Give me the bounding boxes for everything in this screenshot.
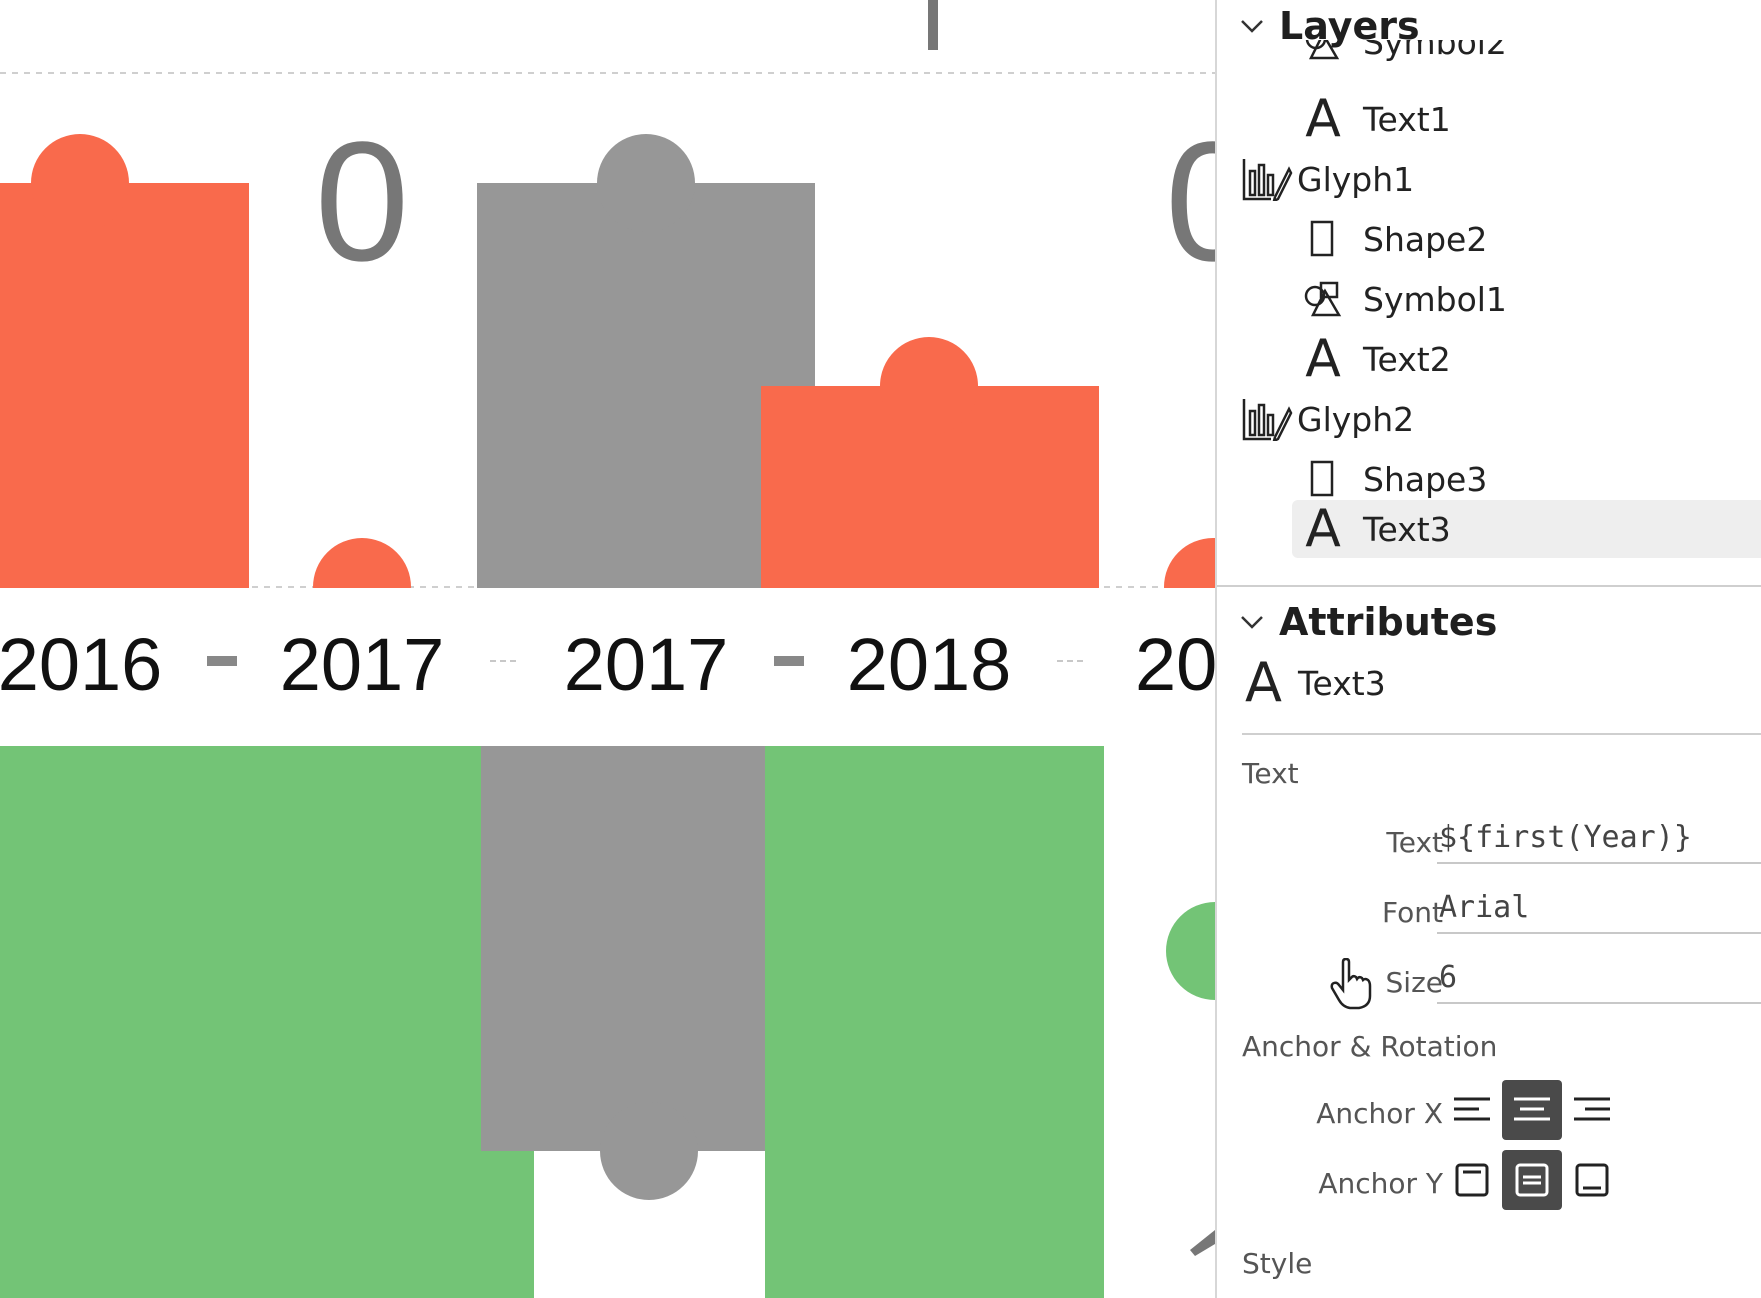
text-field-label: Text [1386, 826, 1443, 859]
layer-label: Text2 [1363, 339, 1451, 379]
layer-item-text1[interactable]: A Text1 [1297, 90, 1757, 148]
layer-item-glyph2[interactable]: Glyph2 [1241, 390, 1757, 448]
symbol-icon [1297, 40, 1349, 62]
upper-row: 0 0 [0, 107, 1215, 636]
layer-label: Glyph1 [1297, 159, 1415, 199]
lower-row [0, 746, 1215, 1298]
align-top-button[interactable] [1442, 1150, 1502, 1210]
layers-list: Symbol2 A Text1 Glyph1 Shape2 Symbol1 A … [1217, 40, 1761, 570]
align-center-button[interactable] [1502, 1080, 1562, 1140]
layer-label: Glyph2 [1297, 399, 1415, 439]
axis-label-2017b: 2017 [564, 623, 729, 706]
properties-panel: Layers Symbol2 A Text1 Glyph1 Shape2 Sym… [1215, 0, 1761, 1298]
layer-label: Text1 [1363, 99, 1451, 139]
text-icon: A [1305, 89, 1341, 149]
layer-item-shape2[interactable]: Shape2 [1297, 210, 1757, 268]
anchor-x-buttons [1442, 1080, 1622, 1140]
green-bar-1[interactable] [0, 746, 534, 1298]
attributes-divider [1242, 733, 1761, 735]
text-input[interactable] [1437, 812, 1761, 864]
axis-dash-1 [207, 656, 237, 666]
axis-dash-2 [774, 656, 804, 666]
align-center-icon [1514, 1097, 1550, 1121]
axis-label-20: 20 [1135, 623, 1215, 706]
selected-object: A Text3 [1245, 656, 1386, 710]
gray-bar-2[interactable] [481, 746, 765, 1151]
green-bar-2[interactable] [765, 746, 1104, 1298]
layer-item-text2[interactable]: A Text2 [1297, 330, 1757, 388]
axis-label-2018: 2018 [847, 623, 1012, 706]
size-input[interactable] [1437, 952, 1761, 1004]
gray-symbol-2[interactable] [600, 1102, 698, 1200]
chart-canvas[interactable]: 0 0 2016 2017 2017 2018 20 [0, 0, 1215, 1298]
attributes-title: Attributes [1279, 600, 1498, 644]
layer-item-symbol2[interactable]: Symbol2 [1297, 40, 1757, 71]
axis-band: 2016 2017 2017 2018 20 [0, 588, 1215, 746]
section-divider [1217, 585, 1761, 587]
group-label-anchor: Anchor & Rotation [1242, 1030, 1498, 1063]
layer-label: Shape2 [1363, 219, 1488, 259]
align-right-button[interactable] [1562, 1080, 1622, 1140]
text-icon: A [1245, 651, 1282, 714]
partial-text-mark [928, 0, 938, 50]
group-label-text: Text [1242, 757, 1299, 790]
align-bottom-icon [1575, 1163, 1609, 1197]
rectangle-icon [1297, 219, 1349, 259]
rectangle-icon [1297, 459, 1349, 499]
font-input[interactable] [1437, 882, 1761, 934]
gray-symbol-1[interactable] [597, 134, 695, 232]
layer-item-glyph1[interactable]: Glyph1 [1241, 150, 1757, 208]
selected-object-name: Text3 [1297, 663, 1386, 703]
symbol-icon [1297, 279, 1349, 319]
layer-label: Shape3 [1363, 459, 1488, 499]
glyph-icon [1241, 397, 1293, 441]
align-left-icon [1454, 1097, 1490, 1121]
anchor-y-label: Anchor Y [1318, 1167, 1443, 1200]
size-field-label: Size [1385, 966, 1443, 999]
attributes-header[interactable]: Attributes [1239, 600, 1497, 644]
group-label-style: Style [1242, 1247, 1313, 1280]
value-label-2: 0 [1165, 107, 1215, 297]
align-right-icon [1574, 1097, 1610, 1121]
chevron-down-icon [1241, 616, 1263, 629]
partial-value-mark [1190, 1230, 1215, 1256]
red-symbol-3[interactable] [880, 337, 978, 435]
layer-item-symbol1[interactable]: Symbol1 [1297, 270, 1757, 328]
hand-cursor-icon [1330, 958, 1372, 1010]
align-middle-icon [1515, 1163, 1549, 1197]
chart-svg: 0 0 2016 2017 2017 2018 20 [0, 0, 1215, 1298]
chevron-down-icon [1241, 20, 1263, 33]
value-label-1: 0 [315, 107, 410, 297]
layer-label: Symbol1 [1363, 279, 1507, 319]
anchor-x-label: Anchor X [1316, 1097, 1443, 1130]
align-middle-button[interactable] [1502, 1150, 1562, 1210]
anchor-y-buttons [1442, 1150, 1622, 1210]
align-top-icon [1455, 1163, 1489, 1197]
glyph-icon [1241, 157, 1293, 201]
text-icon: A [1305, 329, 1341, 389]
align-left-button[interactable] [1442, 1080, 1502, 1140]
text-icon: A [1305, 499, 1341, 559]
layer-item-text3[interactable]: A Text3 [1292, 500, 1761, 558]
layer-label: Text3 [1363, 509, 1451, 549]
red-symbol-1[interactable] [31, 134, 129, 232]
axis-label-2017a: 2017 [280, 623, 445, 706]
red-bar-1[interactable] [0, 183, 249, 588]
layer-label: Symbol2 [1363, 40, 1507, 62]
font-field-label: Font [1382, 896, 1443, 929]
align-bottom-button[interactable] [1562, 1150, 1622, 1210]
axis-label-2016: 2016 [0, 623, 162, 706]
